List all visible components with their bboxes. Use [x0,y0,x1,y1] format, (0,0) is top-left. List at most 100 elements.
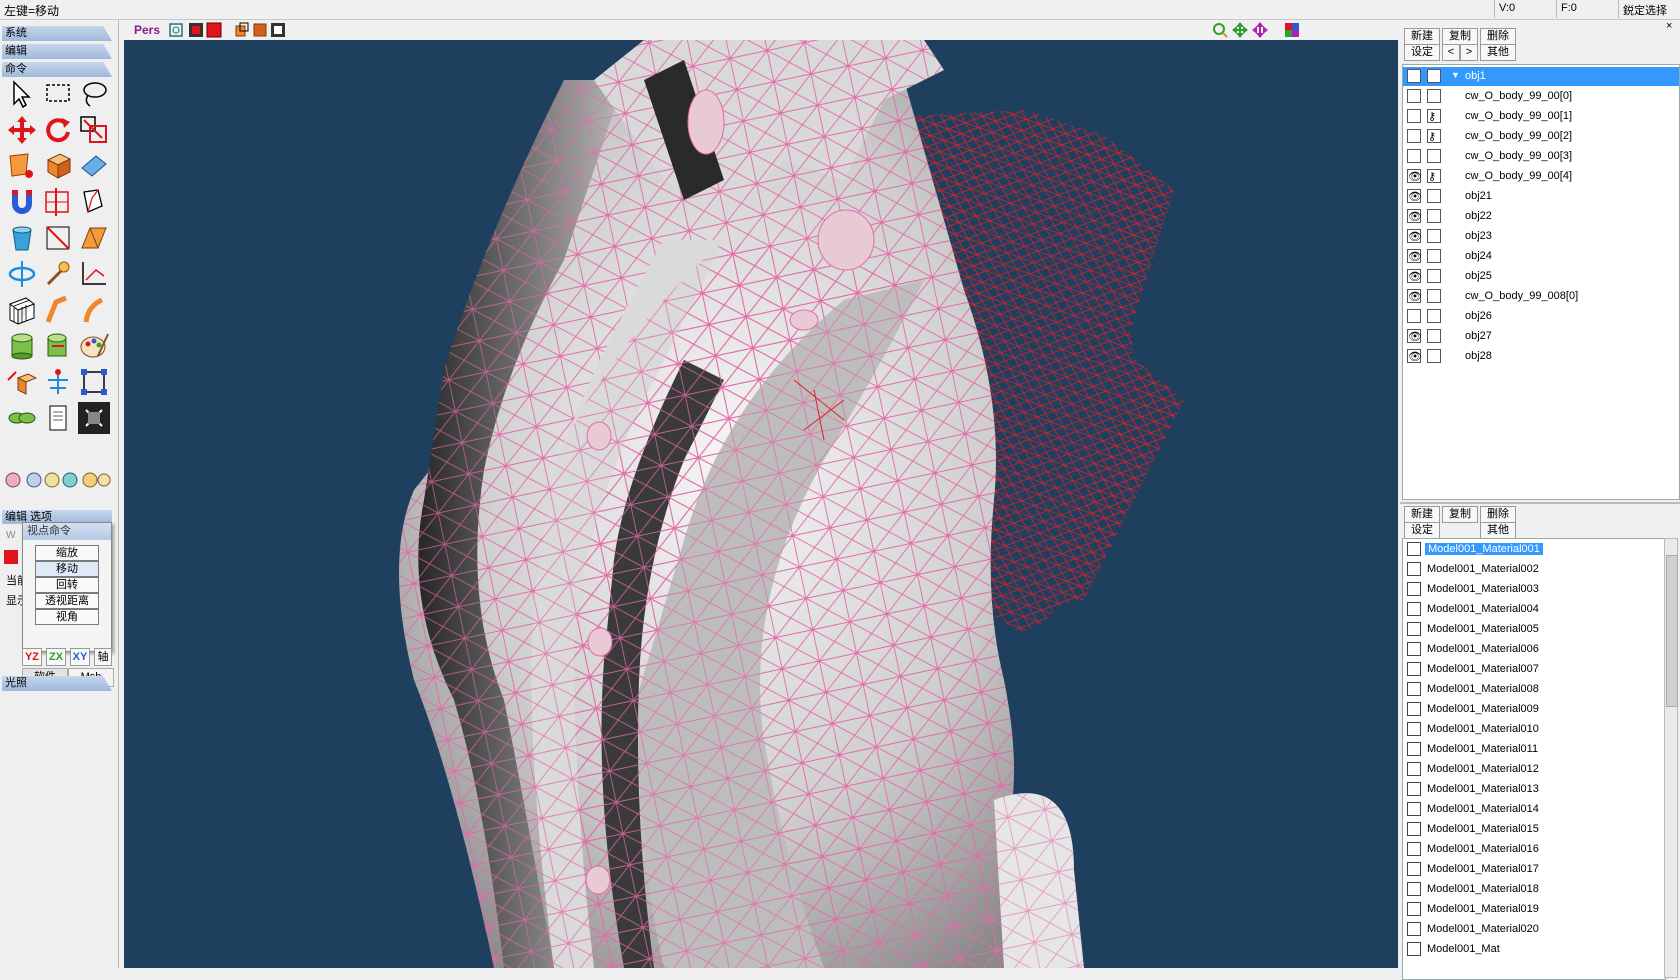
object-row[interactable]: ⚷ cw_O_body_99_00[2] [1403,127,1679,146]
eye-icon[interactable]: 👁 [1407,249,1422,263]
lock-toggle[interactable] [1427,329,1441,343]
link-icon[interactable] [6,402,38,434]
lock-toggle[interactable] [1427,309,1441,323]
object-settings-button[interactable]: 设定 [1404,44,1440,61]
eye-icon[interactable]: 👁 [1407,329,1422,343]
section-light[interactable]: 光照 [2,676,112,691]
axis-button[interactable]: 轴 [94,648,112,666]
plane-icon[interactable] [78,150,110,182]
visibility-toggle[interactable] [1407,149,1421,163]
lock-toggle[interactable] [1427,269,1441,283]
zoom-view-icon[interactable] [1212,22,1228,38]
material-delete-button[interactable]: 删除 [1480,506,1516,523]
visibility-toggle[interactable] [1407,69,1421,83]
material-new-button[interactable]: 新建 [1404,506,1440,523]
3d-viewport[interactable] [124,40,1398,968]
visibility-toggle[interactable] [1407,89,1421,103]
material-checkbox[interactable] [1407,802,1421,816]
extrude-icon[interactable] [78,186,110,218]
material-checkbox[interactable] [1407,742,1421,756]
color-grid-icon[interactable] [1284,22,1300,38]
bounding-box-icon[interactable] [78,366,110,398]
close-icon[interactable]: × [1666,20,1672,32]
object-row[interactable]: 👁 obj27 [1403,327,1679,346]
material-checkbox[interactable] [1407,942,1421,956]
lock-toggle[interactable] [1427,69,1441,83]
red-toggle-icon[interactable] [4,550,18,564]
bevel-icon[interactable] [78,222,110,254]
face-mode-icon[interactable] [252,22,268,38]
scrollbar-thumb[interactable] [1666,555,1678,707]
perspective-distance-button[interactable]: 透视距离 [35,593,99,609]
object-row[interactable]: 👁 obj28 [1403,347,1679,366]
material-row[interactable]: Model001_Material012 [1403,759,1665,779]
material-checkbox[interactable] [1407,702,1421,716]
eyedropper-icon[interactable] [42,258,74,290]
object-row[interactable]: 👁 obj25 [1403,267,1679,286]
material-copy-button[interactable]: 复制 [1442,506,1478,523]
rotate-icon[interactable] [42,114,74,146]
material-checkbox[interactable] [1407,622,1421,636]
rotate-view-button[interactable]: 回转 [35,577,99,593]
material-row[interactable]: Model001_Material018 [1403,879,1665,899]
cylinder-edit-icon[interactable] [42,330,74,362]
material-checkbox[interactable] [1407,762,1421,776]
lock-toggle[interactable] [1427,349,1441,363]
object-next-button[interactable]: > [1460,44,1478,61]
material-row[interactable]: Model001_Material003 [1403,579,1665,599]
lock-toggle[interactable] [1427,289,1441,303]
object-mode-icon[interactable] [234,22,250,38]
material-checkbox[interactable] [1407,862,1421,876]
material-row[interactable]: Model001_Material013 [1403,779,1665,799]
eye-icon[interactable]: 👁 [1407,169,1422,183]
material-row[interactable]: Model001_Material020 [1403,919,1665,939]
texture-icon[interactable] [78,402,110,434]
material-checkbox[interactable] [1407,542,1421,556]
object-new-button[interactable]: 新建 [1404,28,1440,45]
rotate-axis-icon[interactable] [6,258,38,290]
character-presets[interactable] [4,468,114,496]
view-angle-button[interactable]: 视角 [35,609,99,625]
object-delete-button[interactable]: 删除 [1480,28,1516,45]
object-row[interactable]: 👁 obj23 [1403,227,1679,246]
bend-icon[interactable] [42,294,74,326]
panel-splitter[interactable] [1400,502,1680,504]
axis-xy-button[interactable]: XY [70,648,90,666]
knife-icon[interactable] [42,186,74,218]
material-checkbox[interactable] [1407,682,1421,696]
projection-mode[interactable]: Pers [134,23,160,37]
object-row[interactable]: 👁 ⚷ cw_O_body_99_00[4] [1403,167,1679,186]
lock-toggle[interactable] [1427,189,1441,203]
material-checkbox[interactable] [1407,922,1421,936]
material-row[interactable]: Model001_Material006 [1403,639,1665,659]
material-checkbox[interactable] [1407,882,1421,896]
object-row[interactable]: obj26 [1403,307,1679,326]
material-checkbox[interactable] [1407,642,1421,656]
material-row[interactable]: Model001_Material005 [1403,619,1665,639]
document-icon[interactable] [42,402,74,434]
move-icon[interactable] [6,114,38,146]
delete-bucket-icon[interactable] [6,222,38,254]
material-row[interactable]: Model001_Material014 [1403,799,1665,819]
material-row[interactable]: Model001_Material007 [1403,659,1665,679]
material-row[interactable]: Model001_Material016 [1403,839,1665,859]
tree-icon[interactable] [42,366,74,398]
object-copy-button[interactable]: 复制 [1442,28,1478,45]
material-other-button[interactable]: 其他 [1480,522,1516,539]
eye-icon[interactable]: 👁 [1407,349,1422,363]
eye-icon[interactable]: 👁 [1407,189,1422,203]
lock-toggle[interactable]: ⚷ [1427,109,1441,123]
material-checkbox[interactable] [1407,782,1421,796]
material-scrollbar[interactable] [1664,538,1678,978]
eye-icon[interactable]: 👁 [1407,209,1422,223]
select-arrow-icon[interactable] [6,78,38,110]
wireframe-toggle-icon[interactable] [168,22,184,38]
visibility-toggle[interactable] [1407,309,1421,323]
zoom-button[interactable]: 缩放 [35,545,99,561]
object-row[interactable]: ▼ obj1 [1403,67,1679,86]
lock-toggle[interactable]: ⚷ [1427,169,1441,183]
section-system[interactable]: 系统 [2,26,112,41]
eye-icon[interactable]: 👁 [1407,269,1422,283]
material-row[interactable]: Model001_Material002 [1403,559,1665,579]
material-checkbox[interactable] [1407,722,1421,736]
